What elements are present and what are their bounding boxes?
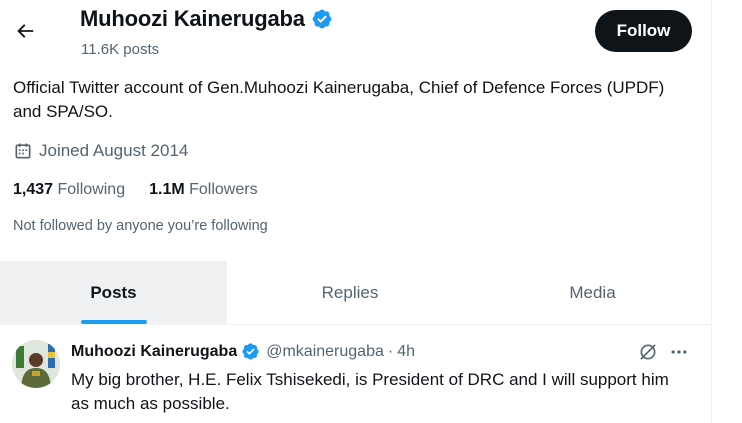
more-options-icon — [671, 350, 687, 354]
active-tab-indicator — [80, 320, 147, 324]
tab-posts[interactable]: Posts — [0, 261, 227, 325]
followers-link[interactable]: 1.1M Followers — [149, 181, 258, 199]
verified-badge-icon — [242, 343, 259, 360]
separator-dot: · — [387, 342, 394, 360]
following-link[interactable]: 1,437 Following — [13, 181, 125, 199]
profile-column: Muhoozi Kainerugaba 11.6K posts Follow O… — [0, 0, 712, 423]
calendar-icon — [15, 143, 31, 159]
grok-icon — [640, 344, 656, 360]
profile-bio: Official Twitter account of Gen.Muhoozi … — [13, 78, 665, 121]
profile-name: Muhoozi Kainerugaba — [80, 6, 305, 31]
joined-text: Joined August 2014 — [39, 141, 189, 160]
follow-stats: 1,437 Following 1.1M Followers — [13, 181, 258, 199]
tweet-author-handle[interactable]: @mkainerugaba — [266, 343, 384, 361]
joined-date: Joined August 2014 — [13, 141, 188, 161]
posts-count: 11.6K posts — [81, 41, 160, 58]
tab-replies-label: Replies — [321, 283, 379, 302]
tweet-header: Muhoozi Kainerugaba @mkainerugaba · 4h — [71, 342, 415, 361]
avatar[interactable] — [12, 340, 60, 388]
grok-button[interactable] — [636, 340, 660, 364]
tab-media-label: Media — [569, 283, 616, 302]
arrow-left-icon — [17, 24, 34, 38]
tab-replies[interactable]: Replies — [227, 261, 473, 325]
tab-media[interactable]: Media — [473, 261, 712, 325]
following-label: Following — [57, 181, 126, 198]
tweet-timestamp[interactable]: 4h — [397, 343, 415, 361]
tweet-author-name[interactable]: Muhoozi Kainerugaba — [71, 343, 237, 361]
verified-badge-icon — [312, 9, 332, 29]
tweet[interactable]: Muhoozi Kainerugaba @mkainerugaba · 4h M… — [0, 326, 712, 423]
more-options-button[interactable] — [667, 340, 691, 364]
avatar-image — [12, 340, 60, 388]
not-followed-notice: Not followed by anyone you’re following — [13, 218, 268, 234]
back-button[interactable] — [6, 12, 44, 50]
following-count: 1,437 — [13, 181, 54, 198]
followers-label: Followers — [189, 181, 258, 198]
header-title: Muhoozi Kainerugaba — [80, 6, 333, 32]
tweet-text: My big brother, H.E. Felix Tshisekedi, i… — [71, 370, 669, 413]
tab-posts-label: Posts — [90, 283, 137, 302]
follow-button[interactable]: Follow — [595, 10, 692, 52]
profile-tabs: Posts Replies Media — [0, 261, 712, 325]
followers-count: 1.1M — [149, 181, 185, 198]
